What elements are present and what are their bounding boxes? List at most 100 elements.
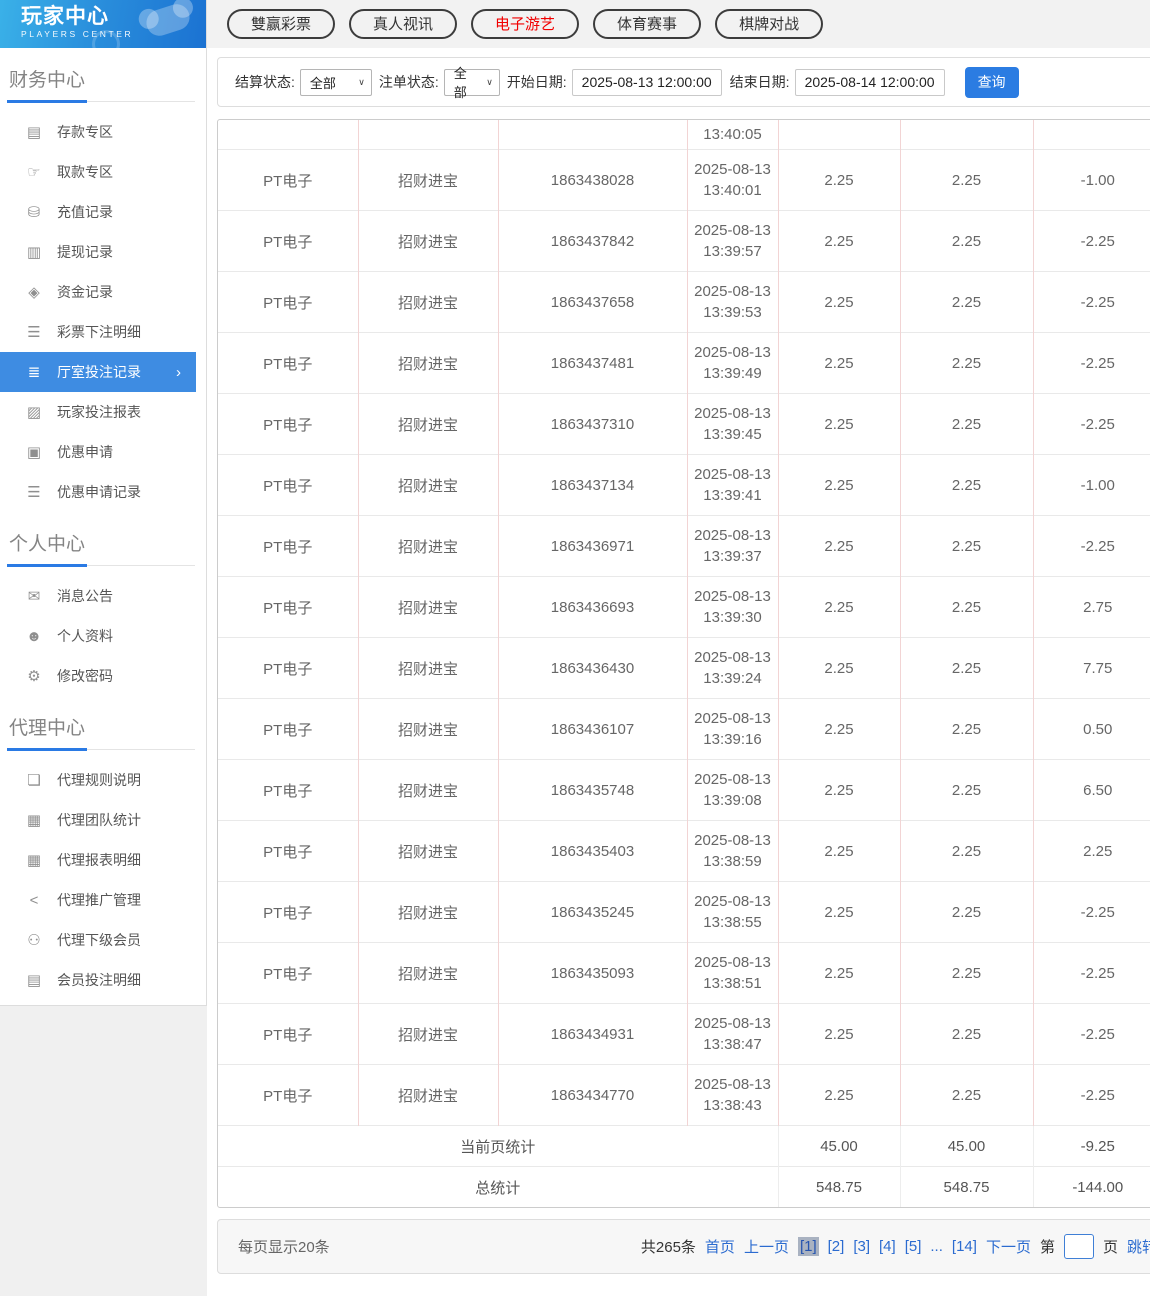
- bet-amount-cell: 2.25: [777, 332, 900, 394]
- first-page-link[interactable]: 首页: [705, 1236, 735, 1257]
- provider-cell: PT电子: [218, 576, 358, 638]
- page-number-4[interactable]: [4]: [879, 1238, 896, 1255]
- sidebar: 玩家中心 PLAYERS CENTER 财务中心▤存款专区›☞取款专区›⛁充值记…: [0, 0, 207, 1029]
- search-button[interactable]: 查询: [964, 66, 1019, 98]
- document-icon: ❏: [27, 772, 41, 789]
- sidebar-footer-background: [0, 1006, 207, 1296]
- bet-time: 13:40:05: [703, 126, 762, 143]
- bet-date: 2025-08-13: [694, 405, 771, 422]
- list-icon: ▤: [26, 972, 42, 989]
- valid-bet-cell: 2.25: [899, 454, 1033, 516]
- sidebar-item-玩家投注报表[interactable]: ▨玩家投注报表›: [0, 392, 206, 432]
- sidebar-item-label: 代理报表明细: [57, 852, 141, 868]
- sidebar-item-资金记录[interactable]: ◈资金记录›: [0, 272, 206, 312]
- provider-cell: PT电子: [218, 942, 358, 1004]
- bet-amount-cell: 2.25: [777, 881, 900, 943]
- bet-time-cell: 2025-08-13 13:39:30: [686, 576, 778, 638]
- tab-棋牌对战[interactable]: 棋牌对战: [715, 9, 824, 39]
- page-number-3[interactable]: [3]: [853, 1238, 870, 1255]
- bet-time: 13:38:43: [703, 1097, 762, 1114]
- bet-time-cell: 2025-08-13 13:38:43: [686, 1064, 778, 1126]
- bet-amount-cell: 2.25: [777, 271, 900, 333]
- sidebar-menu: ✉消息公告›☻个人资料›⚙修改密码›: [0, 576, 206, 696]
- summary-win-loss-cell: -9.25: [1032, 1125, 1150, 1167]
- stats-icon: ▦: [26, 812, 42, 829]
- table-row: PT电子 招财进宝 1863437658 2025-08-13 13:39:53 2.25…: [218, 271, 1150, 333]
- order-id-cell: 1863436971: [497, 515, 687, 577]
- bet-time: 13:39:49: [703, 365, 762, 382]
- game-name-cell: 招财进宝: [357, 332, 498, 394]
- game-name-cell: 招财进宝: [357, 149, 498, 211]
- valid-bet-cell: 2.25: [899, 637, 1033, 699]
- sidebar-item-修改密码[interactable]: ⚙修改密码›: [0, 656, 206, 696]
- sidebar-item-消息公告[interactable]: ✉消息公告›: [0, 576, 206, 616]
- jump-page-input[interactable]: [1063, 1234, 1094, 1259]
- order-id-cell: 1863436107: [497, 698, 687, 760]
- table-row: PT电子 招财进宝 1863437310 2025-08-13 13:39:45 2.25…: [218, 393, 1150, 455]
- summary-bet-cell: 548.75: [777, 1166, 900, 1207]
- page-number-5[interactable]: [5]: [905, 1238, 922, 1255]
- bet-amount-cell: 2.25: [777, 698, 900, 760]
- page-number-14[interactable]: [14]: [952, 1238, 977, 1255]
- game-name-cell: 招财进宝: [357, 759, 498, 821]
- sidebar-item-代理推广管理[interactable]: <代理推广管理›: [0, 880, 206, 920]
- summary-row: 总统计 548.75 548.75 -144.00: [218, 1166, 1150, 1207]
- next-page-link[interactable]: 下一页: [986, 1236, 1031, 1257]
- sidebar-item-个人资料[interactable]: ☻个人资料›: [0, 616, 206, 656]
- order-id-cell: 1863434770: [497, 1064, 687, 1126]
- settle-status-select[interactable]: 全部 ∨: [299, 68, 372, 96]
- sidebar-item-充值记录[interactable]: ⛁充值记录›: [0, 192, 206, 232]
- bet-time: 13:38:55: [703, 914, 762, 931]
- order-id-cell: 1863437310: [497, 393, 687, 455]
- valid-bet-cell: 2.25: [899, 1064, 1033, 1126]
- main-content: 雙赢彩票 真人视讯 电子游艺 体育赛事 棋牌对战 结算状态: 全部 ∨ 注单状态: 全部…: [207, 0, 1150, 1296]
- bet-date: 2025-08-13: [694, 527, 771, 544]
- sidebar-item-取款专区[interactable]: ☞取款专区›: [0, 152, 206, 192]
- bet-amount-cell: 2.25: [777, 1064, 900, 1126]
- bet-records-table: 13:40:05 PT电子 招财进宝 1863438028 2025-08-13 13:4…: [218, 120, 1150, 1207]
- end-date-input[interactable]: [794, 68, 945, 96]
- game-name-cell: 招财进宝: [357, 637, 498, 699]
- tab-体育赛事[interactable]: 体育赛事: [593, 9, 702, 39]
- prev-page-link[interactable]: 上一页: [744, 1236, 789, 1257]
- sidebar-item-label: 消息公告: [57, 588, 113, 604]
- sidebar-item-提现记录[interactable]: ▥提现记录›: [0, 232, 206, 272]
- valid-bet-cell: 2.25: [899, 210, 1033, 272]
- start-date-input[interactable]: [571, 68, 722, 96]
- bell-icon: ✉: [27, 588, 41, 605]
- sidebar-item-优惠申请[interactable]: ▣优惠申请›: [0, 432, 206, 472]
- game-category-tabs: 雙赢彩票 真人视讯 电子游艺 体育赛事 棋牌对战: [207, 0, 1150, 48]
- order-status-select[interactable]: 全部 ∨: [443, 66, 500, 100]
- table-row: PT电子 招财进宝 1863436430 2025-08-13 13:39:24 2.25…: [218, 637, 1150, 699]
- sidebar-item-代理报表明细[interactable]: ▦代理报表明细›: [0, 840, 206, 880]
- bet-time-cell: 2025-08-13 13:39:08: [686, 759, 778, 821]
- page-number-2[interactable]: [2]: [828, 1238, 845, 1255]
- provider-cell: PT电子: [218, 271, 358, 333]
- sidebar-item-代理下级会员[interactable]: ⚇代理下级会员›: [0, 920, 206, 960]
- sidebar-item-代理规则说明[interactable]: ❏代理规则说明›: [0, 760, 206, 800]
- sidebar-item-存款专区[interactable]: ▤存款专区›: [0, 112, 206, 152]
- valid-bet-cell: 2.25: [899, 515, 1033, 577]
- game-name-cell: 招财进宝: [357, 515, 498, 577]
- tab-电子游艺[interactable]: 电子游艺: [471, 9, 580, 39]
- app-subtitle: PLAYERS CENTER: [21, 29, 134, 39]
- sidebar-item-厅室投注记录[interactable]: ≣ 厅室投注记录 ›: [0, 352, 196, 392]
- jump-button[interactable]: 跳转: [1127, 1236, 1150, 1257]
- sidebar-item-优惠申请记录[interactable]: ☰优惠申请记录›: [0, 472, 206, 512]
- sidebar-item-会员投注明细[interactable]: ▤会员投注明细›: [0, 960, 206, 1000]
- table-row: PT电子 招财进宝 1863435245 2025-08-13 13:38:55 2.25…: [218, 881, 1150, 943]
- bet-date: 2025-08-13: [694, 161, 771, 178]
- bet-time: 13:39:53: [703, 304, 762, 321]
- page-number-1[interactable]: [1]: [797, 1237, 819, 1256]
- tab-真人视讯[interactable]: 真人视讯: [349, 9, 458, 39]
- win-loss-cell: -1.00: [1032, 149, 1150, 211]
- purse-icon: ◈: [28, 284, 40, 301]
- bet-time-cell: 2025-08-13 13:39:45: [686, 393, 778, 455]
- sidebar-item-彩票下注明细[interactable]: ☰彩票下注明细›: [0, 312, 206, 352]
- game-name-cell: 招财进宝: [357, 1003, 498, 1065]
- tab-雙赢彩票[interactable]: 雙赢彩票: [227, 9, 336, 39]
- sidebar-item-代理团队统计[interactable]: ▦代理团队统计›: [0, 800, 206, 840]
- sidebar-item-label: 修改密码: [57, 668, 113, 684]
- table-row: PT电子 招财进宝 1863437842 2025-08-13 13:39:57 2.25…: [218, 210, 1150, 272]
- table-row-partial: 13:40:05: [218, 120, 1150, 150]
